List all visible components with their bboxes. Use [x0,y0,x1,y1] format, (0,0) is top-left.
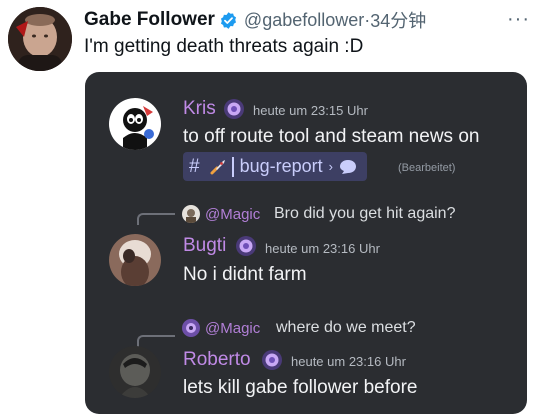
tweet-header: Gabe Follower @gabefollower · 34分钟 ··· [84,8,530,32]
reply-preview-text[interactable]: Bro did you get hit again? [274,205,455,223]
embedded-discord-image[interactable]: Kris heute um 23:15 Uhr to off route too… [85,72,527,414]
edited-label: (Bearbeitet) [398,162,456,174]
tweet-author-avatar[interactable] [8,7,72,71]
channel-divider [231,156,234,177]
message-timestamp: heute um 23:16 Uhr [265,241,380,256]
message-username[interactable]: Kris [183,98,216,120]
kris-avatar [109,98,161,150]
nitro-badge-icon [224,99,244,119]
verified-badge-icon [220,11,236,29]
reply-avatar [182,319,200,337]
thread-bubble-icon [339,159,356,174]
message-timestamp: heute um 23:15 Uhr [253,103,368,118]
nitro-badge-icon [262,350,282,370]
tweet-handle[interactable]: @gabefollower [244,10,364,31]
tweet-text: I'm getting death threats again :D [84,36,364,57]
chevron-right-icon: › [328,159,333,174]
roberto-avatar [109,346,161,398]
message-text: lets kill gabe follower before [183,377,418,398]
reply-mention[interactable]: @Magic [205,206,260,223]
more-options-icon[interactable]: ··· [507,8,530,30]
message-username[interactable]: Roberto [183,349,251,371]
tweet-time[interactable]: 34分钟 [370,7,426,33]
reply-connector [137,213,175,225]
tweet-display-name[interactable]: Gabe Follower [84,9,215,31]
bugti-avatar [109,234,161,286]
reply-preview-text[interactable]: where do we meet? [276,319,416,337]
nitro-badge-icon [236,236,256,256]
channel-mention-pill[interactable]: # bug-report › [183,152,367,181]
message-text: No i didnt farm [183,264,307,285]
reply-mention[interactable]: @Magic [205,320,260,337]
reply-avatar [182,205,200,223]
message-username[interactable]: Bugti [183,235,226,257]
rocket-emoji-icon [210,159,225,174]
message-text: to off route tool and steam news on [183,126,480,147]
message-timestamp: heute um 23:16 Uhr [291,354,406,369]
channel-name: bug-report [239,156,323,176]
channel-hash: # [189,155,200,177]
reply-connector [137,335,175,347]
